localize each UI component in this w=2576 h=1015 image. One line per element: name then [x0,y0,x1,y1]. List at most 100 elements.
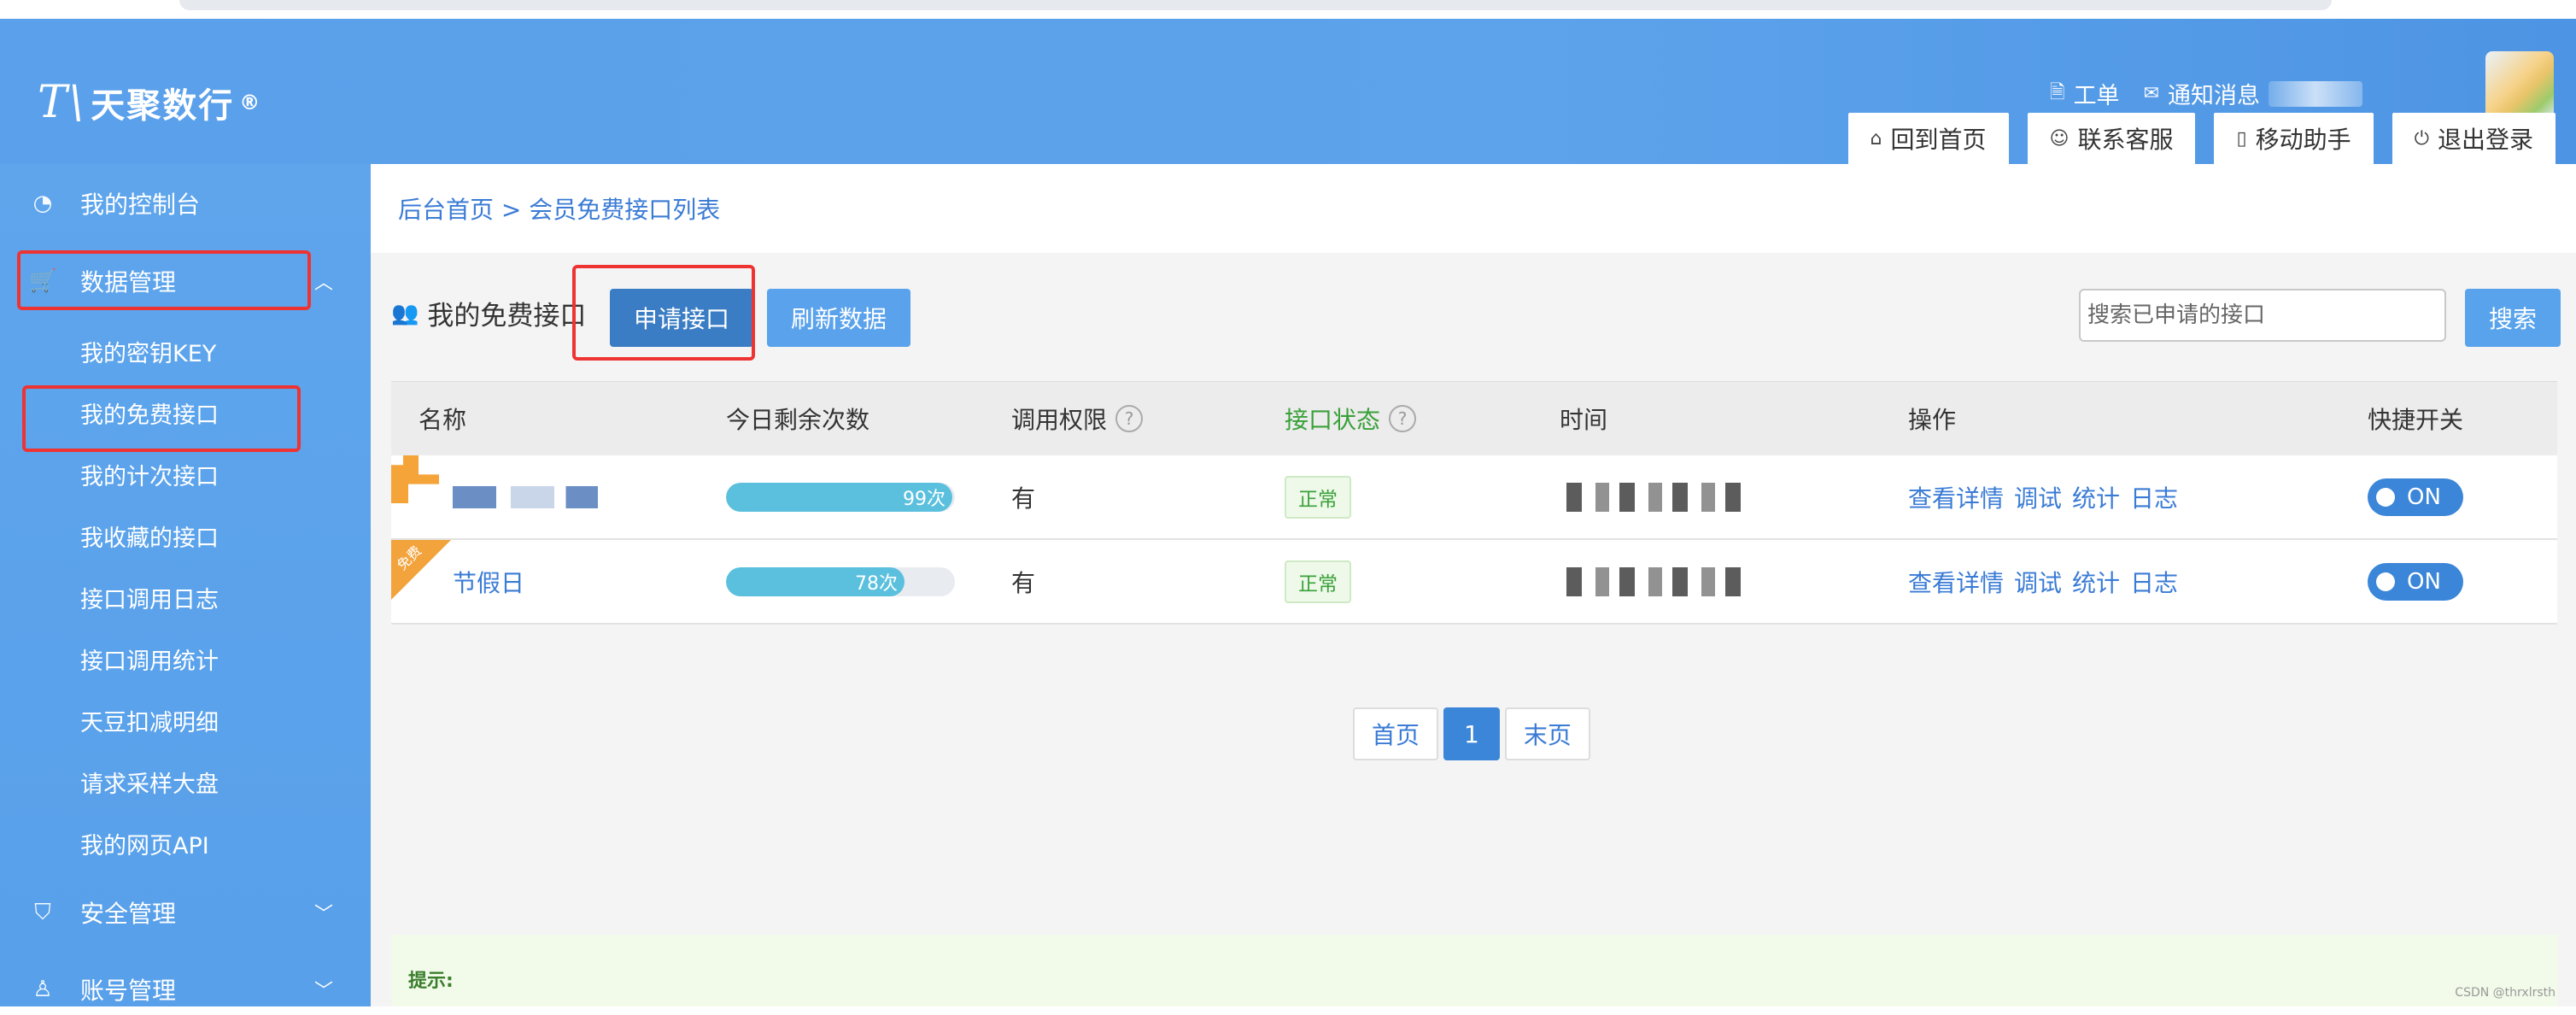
tab-logout[interactable]: ⏻ 退出登录 [2392,113,2556,164]
sidebar-item-my-key[interactable]: 我的密钥KEY [80,330,216,373]
view-details-link[interactable]: 查看详情 [1908,565,2004,599]
remaining-progress: 78次 [726,566,955,596]
tab-contact-label: 联系客服 [2077,126,2174,154]
toggle-knob [2376,487,2395,507]
browser-strip [0,0,2576,19]
log-link[interactable]: 日志 [2130,565,2178,599]
redacted-time [1566,566,1754,596]
highlight-box-data-management [17,250,311,310]
chevron-down-icon: ﹀ [314,981,334,1002]
debug-link[interactable]: 调试 [2014,480,2062,514]
api-name-text: 节假日 [453,568,525,597]
column-permission-label: 调用权限 [1011,406,1108,434]
log-link[interactable]: 日志 [2130,480,2178,514]
browser-address-bar [179,0,2332,10]
status-badge: 正常 [1285,560,1351,603]
debug-link[interactable]: 调试 [2014,565,2062,599]
sidebar-item-web-api[interactable]: 我的网页API [80,822,209,865]
column-toggle: 快捷开关 [2368,406,2464,434]
remaining-cell: 78次 [726,540,955,623]
sidebar-item-console[interactable]: ◔ 我的控制台 [0,178,371,229]
column-time: 时间 [1560,406,1608,434]
shield-icon: ⛉ [34,899,51,925]
breadcrumb[interactable]: 后台首页 > 会员免费接口列表 [398,191,720,226]
status-cell: 正常 [1285,540,1351,623]
tab-mobile-label: 移动助手 [2255,126,2351,154]
quick-toggle[interactable]: ON [2368,562,2463,601]
permission-cell: 有 [1011,484,1036,513]
redacted-time [1566,482,1754,512]
tab-contact-support[interactable]: ☺ 联系客服 [2027,113,2196,164]
column-name: 名称 [419,406,467,434]
tips-panel: 提示: [391,935,2557,1006]
tab-home-label: 回到首页 [1890,126,1987,154]
chevron-up-icon: ︿ [314,273,334,294]
sidebar-item-call-stats[interactable]: 接口调用统计 [80,637,219,680]
highlight-box-apply [572,265,755,361]
ticket-label: 工单 [2073,83,2120,109]
remaining-progress: 99次 [726,482,955,512]
column-status: 接口状态 ? [1285,382,1417,455]
remaining-progress-label: 99次 [903,488,946,510]
status-cell: 正常 [1285,455,1351,538]
toggle-cell: ON [2368,540,2463,623]
help-icon[interactable]: ? [1115,405,1144,432]
person-icon: ♙ [32,977,53,1002]
logo-registered-mark: ® [239,91,262,114]
breadcrumb-bar: 后台首页 > 会员免费接口列表 [371,164,2576,253]
sidebar-item-my-metered-api[interactable]: 我的计次接口 [80,453,219,496]
sidebar-item-security[interactable]: ⛉ 安全管理 ﹀ [0,887,371,938]
search-button[interactable]: 搜索 [2465,289,2561,347]
api-name-link[interactable] [453,455,598,538]
search-input[interactable] [2079,289,2446,342]
users-icon: 👥 [391,300,419,326]
stats-link[interactable]: 统计 [2072,480,2120,514]
notifications-link[interactable]: ✉ 通知消息 [2144,77,2362,110]
tab-mobile-assistant[interactable]: ▯ 移动助手 [2214,113,2374,164]
toggle-knob [2376,572,2395,591]
actions-cell: 查看详情 调试 统计 日志 [1908,540,2188,623]
first-page-button[interactable]: 首页 [1353,707,1439,760]
logo[interactable]: T\ 天聚数行 ® [38,68,261,137]
phone-icon: ▯ [2236,127,2247,150]
tab-home[interactable]: ⌂ 回到首页 [1847,113,2009,164]
chevron-down-icon: ﹀ [314,904,334,925]
sidebar-item-account[interactable]: ♙ 账号管理 ﹀ [0,964,371,1015]
column-actions: 操作 [1908,406,1957,434]
logo-mark: T\ [38,77,86,128]
permission-cell: 有 [1011,568,1036,597]
api-name-link[interactable]: 节假日 [453,540,524,623]
refresh-data-button[interactable]: 刷新数据 [767,289,911,347]
time-cell [1566,455,1754,538]
view-details-link[interactable]: 查看详情 [1908,480,2004,514]
sidebar-item-favorite-api[interactable]: 我收藏的接口 [80,514,219,557]
sidebar-item-bean-deduction[interactable]: 天豆扣减明细 [80,699,219,742]
redacted-api-name [453,485,598,508]
sidebar-item-call-log[interactable]: 接口调用日志 [80,576,219,619]
top-header: T\ 天聚数行 ® 🗎 工单 ✉ 通知消息 ⌂ 回到首页 ☺ 联系客服 ▯ 移动… [0,19,2576,164]
actions-cell: 查看详情 调试 统计 日志 [1908,455,2188,538]
current-page-button[interactable]: 1 [1443,707,1500,760]
watermark: CSDN @thrxlrsth [2455,986,2556,1000]
last-page-button[interactable]: 末页 [1504,707,1590,760]
column-permission: 调用权限 ? [1011,382,1144,455]
tips-label: 提示: [408,971,454,992]
pagination: 首页 1 末页 [1353,707,1590,760]
header-tabs: ⌂ 回到首页 ☺ 联系客服 ▯ 移动助手 ⏻ 退出登录 [1847,113,2556,164]
api-table: 名称 今日剩余次数 调用权限 ? 接口状态 ? 时间 操作 快捷开关 99次 有… [391,381,2557,625]
time-cell [1566,540,1754,623]
avatar[interactable] [2485,51,2554,120]
sidebar-item-request-sampling[interactable]: 请求采样大盘 [80,760,219,803]
toggle-label: ON [2407,484,2441,510]
stats-link[interactable]: 统计 [2072,565,2120,599]
ticket-link[interactable]: 🗎 工单 [2050,77,2120,110]
help-icon[interactable]: ? [1389,405,1417,432]
table-row: 免费 节假日 78次 有 正常 查看详情 调试 统计 日志 ON [391,540,2557,625]
sidebar-item-label: 账号管理 [80,977,177,1005]
table-row: 99次 有 正常 查看详情 调试 统计 日志 ON [391,455,2557,540]
quick-toggle[interactable]: ON [2368,478,2463,516]
user-icon: ☺ [2049,127,2070,150]
toggle-cell: ON [2368,455,2463,538]
remaining-progress-label: 78次 [855,572,898,595]
free-ribbon [391,540,451,600]
